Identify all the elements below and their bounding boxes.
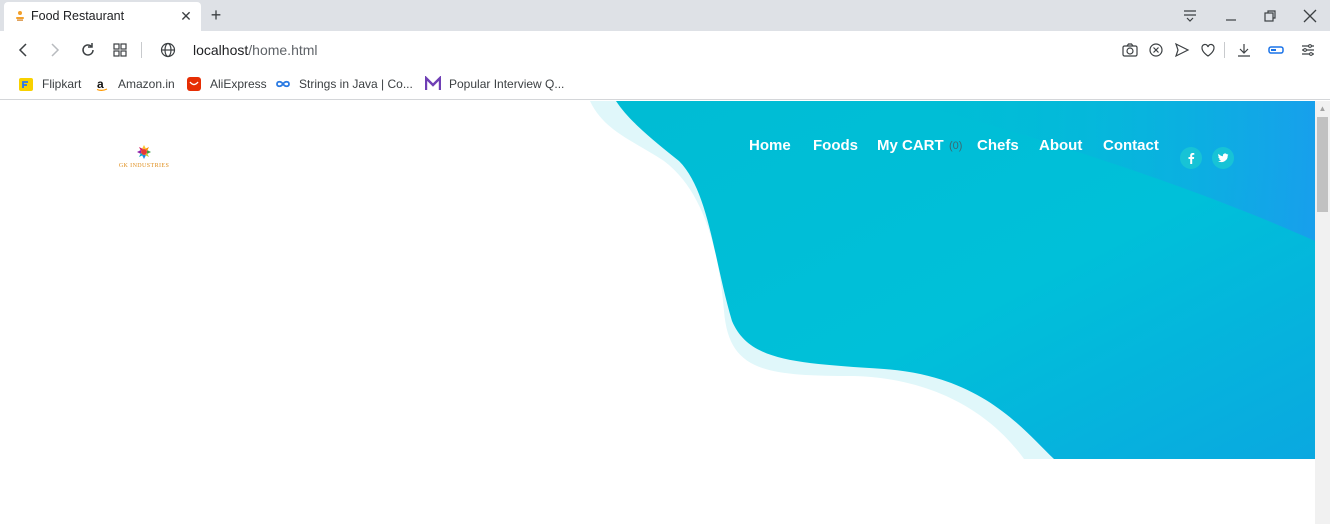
url-path: /home.html — [248, 42, 318, 58]
nav-chefs[interactable]: Chefs — [977, 137, 1019, 154]
bookmark-label: Popular Interview Q... — [449, 77, 565, 91]
cart-count-badge: (0) — [949, 140, 963, 152]
camera-icon[interactable] — [1120, 40, 1140, 60]
apps-grid-icon[interactable] — [110, 40, 130, 60]
plus-icon[interactable]: + — [206, 5, 226, 25]
twitter-icon[interactable] — [1212, 147, 1234, 169]
back-icon[interactable] — [13, 40, 33, 60]
nav-about[interactable]: About — [1039, 137, 1082, 154]
bookmark-aliexpress[interactable]: AliExpress — [186, 74, 267, 94]
scroll-up-arrow-icon[interactable]: ▲ — [1315, 101, 1330, 116]
facebook-icon[interactable] — [1180, 147, 1202, 169]
download-icon[interactable] — [1234, 40, 1254, 60]
nav-contact[interactable]: Contact — [1103, 137, 1159, 154]
block-icon[interactable] — [1146, 40, 1166, 60]
restaurant-favicon-icon — [16, 11, 24, 21]
reload-icon[interactable] — [78, 40, 98, 60]
tab-search-icon[interactable] — [1180, 6, 1200, 26]
logo-text: GK INDUSTRIES — [118, 163, 170, 169]
nav-foods[interactable]: Foods — [813, 137, 858, 154]
bookmarks-bar: Flipkart a Amazon.in AliExpress Strings … — [0, 69, 1330, 100]
minimize-icon[interactable] — [1221, 6, 1241, 26]
amazon-icon: a — [96, 77, 108, 91]
nav-my-cart[interactable]: My CART — [877, 137, 944, 154]
url-host: localhost — [193, 42, 249, 58]
toolbar-separator — [141, 42, 142, 58]
tab-food-restaurant[interactable]: Food Restaurant ✕ — [4, 2, 201, 31]
send-icon[interactable] — [1172, 40, 1192, 60]
address-bar-url[interactable]: localhost/home.html — [193, 42, 318, 58]
toolbar-separator-right — [1224, 42, 1225, 58]
restore-icon[interactable] — [1260, 6, 1280, 26]
tab-strip: Food Restaurant ✕ + — [0, 0, 1330, 31]
scroll-thumb[interactable] — [1317, 117, 1328, 212]
sidebar-toggle-icon[interactable] — [1266, 40, 1286, 60]
flipkart-icon — [19, 78, 33, 91]
globe-icon[interactable] — [158, 40, 178, 60]
aliexpress-icon — [187, 77, 201, 91]
bookmark-label: Flipkart — [42, 77, 82, 91]
bookmark-amazon[interactable]: a Amazon.in — [94, 74, 175, 94]
bookmark-strings-java[interactable]: Strings in Java | Co... — [275, 74, 413, 94]
tab-title: Food Restaurant — [31, 9, 125, 23]
bookmark-label: AliExpress — [210, 77, 267, 91]
logo-mark-icon — [137, 145, 151, 159]
address-toolbar: localhost/home.html — [0, 31, 1330, 69]
close-icon[interactable]: ✕ — [178, 8, 194, 24]
close-window-icon[interactable] — [1300, 6, 1320, 26]
bookmark-label: Strings in Java | Co... — [299, 77, 413, 91]
bookmark-popular-interview[interactable]: Popular Interview Q... — [425, 74, 564, 94]
nav-home[interactable]: Home — [749, 137, 791, 154]
page-scrollbar[interactable]: ▲ — [1315, 101, 1330, 524]
settings-icon[interactable] — [1298, 40, 1318, 60]
site-logo[interactable]: GK INDUSTRIES — [86, 143, 204, 175]
infinity-icon — [276, 80, 290, 88]
page-viewport: GK INDUSTRIES Home Foods My CART (0) Che… — [4, 101, 1315, 524]
bookmark-flipkart[interactable]: Flipkart — [18, 74, 81, 94]
forward-icon[interactable] — [45, 40, 65, 60]
heart-icon[interactable] — [1198, 40, 1218, 60]
svg-text:a: a — [97, 77, 104, 91]
m-logo-icon — [425, 76, 441, 90]
bookmark-label: Amazon.in — [118, 77, 175, 91]
